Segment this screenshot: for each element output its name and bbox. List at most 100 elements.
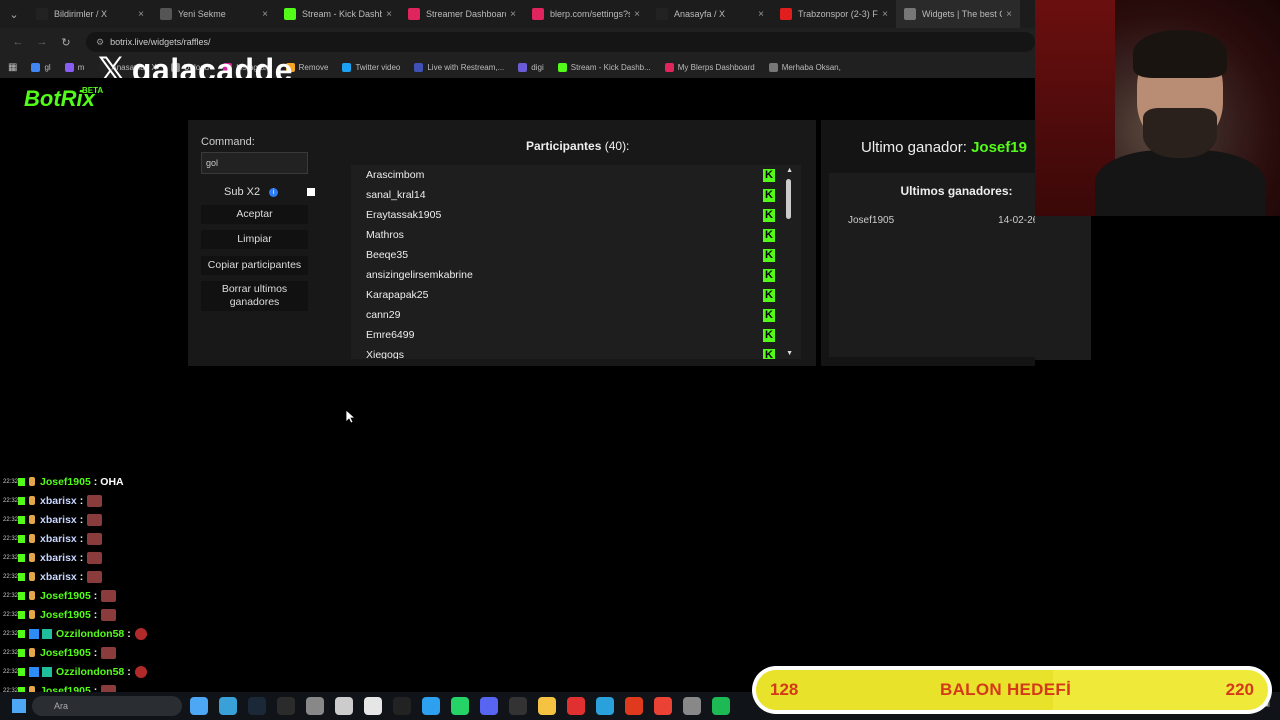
botrix-logo[interactable]: BotRix BETA	[24, 86, 103, 112]
taskbar-app-icon[interactable]	[480, 697, 498, 715]
browser-tab[interactable]: Trabzonspor (2-3) Fe ×	[772, 0, 896, 28]
close-tab-icon[interactable]: ×	[262, 9, 268, 20]
taskbar-app-icon[interactable]	[538, 697, 556, 715]
taskbar-app-icon[interactable]	[451, 697, 469, 715]
browser-tab[interactable]: blerp.com/settings?s ×	[524, 0, 648, 28]
browser-tab[interactable]: Streamer Dashboard ×	[400, 0, 524, 28]
participant-name: Eraytassak1905	[366, 209, 442, 221]
delete-winners-button[interactable]: Borrar ultimos ganadores	[201, 281, 308, 311]
clear-button[interactable]: Limpiar	[201, 230, 308, 249]
taskbar-app-icon[interactable]	[712, 697, 730, 715]
bookmark-item[interactable]: digi	[518, 62, 544, 72]
accept-button[interactable]: Aceptar	[201, 205, 308, 224]
taskbar-app-icon[interactable]	[683, 697, 701, 715]
scrollbar-thumb[interactable]	[786, 179, 791, 219]
forward-icon[interactable]: →	[30, 36, 54, 48]
chat-username: xbarisx	[40, 570, 77, 583]
browser-tab[interactable]: Widgets | The best C ×	[896, 0, 1020, 28]
kick-icon: K	[763, 168, 775, 182]
participant-name: ansizingelirsemkabrine	[366, 269, 473, 281]
close-tab-icon[interactable]: ×	[386, 9, 392, 20]
participant-name: cann29	[366, 309, 401, 321]
participants-count: (40):	[604, 139, 630, 153]
bookmark-label: digi	[531, 62, 544, 72]
bookmark-icon	[664, 62, 674, 72]
sub-x2-checkbox[interactable]	[307, 188, 315, 196]
taskbar-app-icon[interactable]	[567, 697, 585, 715]
kick-badge-icon	[18, 496, 25, 505]
chat-timestamp: 22:32	[3, 573, 19, 580]
chat-separator: :	[93, 589, 98, 602]
taskbar-app-icon[interactable]	[393, 697, 411, 715]
taskbar-app-icon[interactable]	[335, 697, 353, 715]
bookmark-item[interactable]: Live with Restream,...	[414, 62, 505, 72]
site-info-icon[interactable]: ⚙	[96, 37, 104, 48]
taskbar-app-icon[interactable]	[364, 697, 382, 715]
start-icon[interactable]	[12, 699, 26, 713]
url-field[interactable]: ⚙ botrix.live/widgets/raffles/	[86, 32, 1035, 52]
kick-badge-icon	[18, 553, 25, 562]
winner-name: Josef1905	[848, 215, 895, 226]
taskbar-app-icon[interactable]	[625, 697, 643, 715]
bookmark-item[interactable]: gl	[31, 62, 51, 72]
sub-badge-icon	[29, 553, 35, 562]
taskbar-app-icon[interactable]	[306, 697, 324, 715]
copy-participants-button[interactable]: Copiar participantes	[201, 256, 308, 275]
sub-badge-icon	[29, 534, 35, 543]
participant-name: Beeqe35	[366, 249, 409, 261]
participant-row: Mathros K	[351, 225, 801, 245]
bookmark-item[interactable]: m	[64, 62, 84, 72]
kick-badge-icon	[18, 667, 25, 676]
taskbar-app-icon[interactable]	[277, 697, 295, 715]
bookmark-item[interactable]: Merhaba Oksan,	[768, 62, 841, 72]
participants-list[interactable]: Arascimbom Ksanal_kral14 K Eraytassak1905 K M…	[351, 165, 801, 359]
info-icon[interactable]: i	[269, 187, 279, 197]
tab-title: Anasayfa / X	[674, 9, 726, 19]
tab-title: Widgets | The best C	[922, 9, 1003, 19]
cat-emote-icon	[101, 608, 117, 621]
browser-tab[interactable]: Bildirimler / X ×	[28, 0, 152, 28]
close-tab-icon[interactable]: ×	[634, 9, 640, 20]
taskbar-app-icon[interactable]	[422, 697, 440, 715]
bookmark-label: Live with Restream,...	[427, 62, 505, 72]
winners-box-extension	[1035, 216, 1091, 360]
taskbar-app-icon[interactable]	[248, 697, 266, 715]
kick-badge-icon	[18, 648, 25, 657]
back-icon[interactable]: ←	[6, 36, 30, 48]
beta-badge: BETA	[82, 86, 104, 95]
participant-row: ansizingelirsemkabrine K	[351, 265, 801, 285]
cat-emote-icon	[87, 551, 103, 564]
close-tab-icon[interactable]: ×	[510, 9, 516, 20]
close-tab-icon[interactable]: ×	[1006, 9, 1012, 20]
close-tab-icon[interactable]: ×	[758, 9, 764, 20]
command-input[interactable]	[201, 152, 308, 174]
bookmark-item[interactable]: My Blerps Dashboard	[664, 62, 755, 72]
chat-timestamp: 22:32	[3, 478, 19, 485]
tab-search-button[interactable]: ⌄	[0, 0, 28, 28]
close-tab-icon[interactable]: ×	[138, 9, 144, 20]
chat-username: Josef1905	[40, 475, 91, 488]
apps-icon[interactable]: ▦	[8, 62, 17, 73]
scroll-down-icon[interactable]: ▼	[786, 350, 793, 357]
taskbar-app-icon[interactable]	[509, 697, 527, 715]
scroll-up-icon[interactable]: ▲	[786, 167, 793, 174]
kick-icon: K	[763, 268, 775, 282]
close-tab-icon[interactable]: ×	[882, 9, 888, 20]
browser-tab[interactable]: Anasayfa / X ×	[648, 0, 772, 28]
bookmark-item[interactable]: Twitter video	[342, 62, 400, 72]
participant-row: Emre6499 K	[351, 325, 801, 345]
reload-icon[interactable]: ↻	[54, 36, 78, 49]
browser-tab[interactable]: Yeni Sekme ×	[152, 0, 276, 28]
tab-title: Streamer Dashboard	[426, 9, 507, 19]
chat-message: 22:32 Ozzilondon58:	[0, 662, 300, 681]
taskbar-app-icon[interactable]	[654, 697, 672, 715]
taskbar-app-icon[interactable]	[596, 697, 614, 715]
browser-tab[interactable]: Stream - Kick Dashbo ×	[276, 0, 400, 28]
vip-badge-icon	[29, 666, 39, 677]
taskbar-search[interactable]: Ara	[32, 696, 182, 716]
bookmark-item[interactable]: Stream - Kick Dashb...	[557, 62, 651, 72]
command-label: Command:	[201, 136, 255, 148]
taskbar-app-icon[interactable]	[219, 697, 237, 715]
taskbar-app-icon[interactable]	[190, 697, 208, 715]
sub-badge-icon	[29, 572, 35, 581]
